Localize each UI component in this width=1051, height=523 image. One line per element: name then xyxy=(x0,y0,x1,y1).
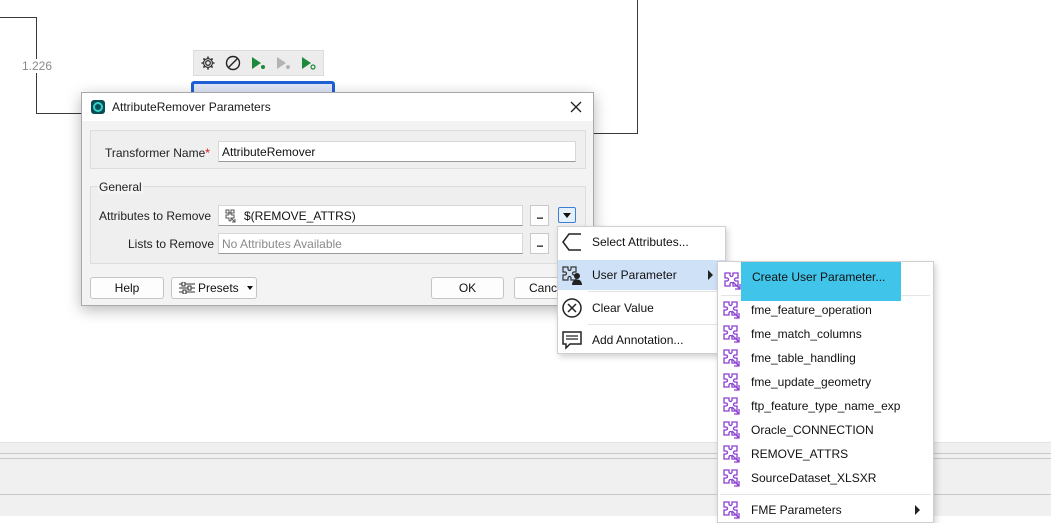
required-mark: * xyxy=(205,146,210,160)
parameters-dialog: AttributeRemover Parameters Transformer … xyxy=(81,92,594,306)
parameter-name: REMOVE_ATTRS xyxy=(751,447,849,461)
parameter-name: SourceDataset_XLSXR xyxy=(751,471,877,485)
run-from-icon xyxy=(273,52,294,74)
parameter-name: fme_match_columns xyxy=(751,327,862,341)
attributes-browse-button[interactable]: ... xyxy=(530,205,549,226)
dialog-title-bar: AttributeRemover Parameters xyxy=(82,93,593,121)
submenu-item-parameter[interactable]: Oracle_CONNECTION xyxy=(717,418,934,442)
connection-line xyxy=(637,0,638,134)
submenu-item-parameter[interactable]: fme_match_columns xyxy=(717,322,934,346)
clear-icon xyxy=(560,296,584,320)
chevron-right-icon xyxy=(915,505,920,515)
user-parameter-icon xyxy=(720,419,742,441)
general-group-label: General xyxy=(98,180,143,194)
user-parameter-icon xyxy=(720,499,742,521)
run-to-icon[interactable] xyxy=(248,52,269,74)
menu-item-clear-value[interactable]: Clear Value xyxy=(558,293,725,323)
fme-parameters-label: FME Parameters xyxy=(751,503,842,517)
parameter-name: fme_table_handling xyxy=(751,351,856,365)
chevron-right-icon xyxy=(708,270,713,280)
attributes-menu-button[interactable] xyxy=(558,207,576,223)
annotation-icon xyxy=(560,328,584,352)
menu-item-select-attributes[interactable]: Select Attributes... xyxy=(558,227,725,257)
create-user-parameter-label: Create User Parameter... xyxy=(752,270,886,284)
parameter-name: ftp_feature_type_name_exp xyxy=(751,399,901,413)
run-this-icon[interactable] xyxy=(299,52,320,74)
parameter-context-menu: Select Attributes... User Parameter Clea… xyxy=(557,226,726,354)
user-parameter-icon xyxy=(720,443,742,465)
fme-app-icon xyxy=(91,100,105,114)
user-parameter-icon xyxy=(720,323,742,345)
attributes-to-remove-field[interactable]: $(REMOVE_ATTRS) xyxy=(218,205,523,226)
presets-label: Presets xyxy=(198,281,239,295)
help-button[interactable]: Help xyxy=(90,277,164,299)
user-parameter-icon xyxy=(720,299,742,321)
connection-line xyxy=(594,133,638,134)
select-attributes-icon xyxy=(560,230,584,254)
transformer-name-label: Transformer Name* xyxy=(105,146,210,160)
connection-line xyxy=(0,17,37,18)
user-parameter-icon xyxy=(720,347,742,369)
lists-to-remove-label: Lists to Remove xyxy=(128,237,215,251)
cancel-button[interactable]: Canc xyxy=(514,277,559,299)
chevron-down-icon xyxy=(563,212,571,218)
sliders-icon xyxy=(178,282,196,294)
transformer-name-field[interactable]: AttributeRemover xyxy=(218,141,576,162)
user-parameter-icon xyxy=(721,270,743,292)
submenu-item-parameter[interactable]: fme_update_geometry xyxy=(717,370,934,394)
parameter-name: fme_feature_operation xyxy=(751,303,872,317)
parameter-name: fme_update_geometry xyxy=(751,375,872,389)
submenu-item-parameter[interactable]: ftp_feature_type_name_exp xyxy=(717,394,934,418)
lists-browse-button[interactable]: ... xyxy=(530,233,549,254)
lists-to-remove-field[interactable]: No Attributes Available xyxy=(218,233,523,254)
attributes-to-remove-value: $(REMOVE_ATTRS) xyxy=(244,208,356,223)
submenu-item-parameter[interactable]: REMOVE_ATTRS xyxy=(717,442,934,466)
chevron-down-icon xyxy=(246,286,253,290)
disable-icon[interactable] xyxy=(222,52,243,74)
user-parameter-icon xyxy=(560,263,584,287)
submenu-item-parameter[interactable]: fme_table_handling xyxy=(717,346,934,370)
connection-line xyxy=(36,113,82,114)
user-parameter-icon xyxy=(720,395,742,417)
user-parameter-icon xyxy=(720,371,742,393)
user-parameter-icon xyxy=(222,208,238,224)
ok-button[interactable]: OK xyxy=(431,277,504,299)
attributes-to-remove-label: Attributes to Remove xyxy=(99,209,212,223)
parameter-name: Oracle_CONNECTION xyxy=(751,423,874,437)
menu-item-user-parameter[interactable]: User Parameter xyxy=(558,260,725,290)
menu-item-add-annotation[interactable]: Add Annotation... xyxy=(558,325,725,355)
submenu-item-parameter[interactable]: fme_feature_operation xyxy=(717,298,934,322)
dialog-title: AttributeRemover Parameters xyxy=(112,100,271,114)
close-icon[interactable] xyxy=(567,98,585,116)
connection-label: 1.226 xyxy=(20,59,55,73)
submenu-item-parameter[interactable]: SourceDataset_XLSXR xyxy=(717,466,934,490)
node-toolbar xyxy=(193,50,324,76)
user-parameter-icon xyxy=(720,467,742,489)
gear-icon[interactable] xyxy=(197,52,218,74)
presets-button[interactable]: Presets xyxy=(171,277,257,299)
submenu-item-fme-parameters[interactable]: FME Parameters xyxy=(717,498,934,522)
